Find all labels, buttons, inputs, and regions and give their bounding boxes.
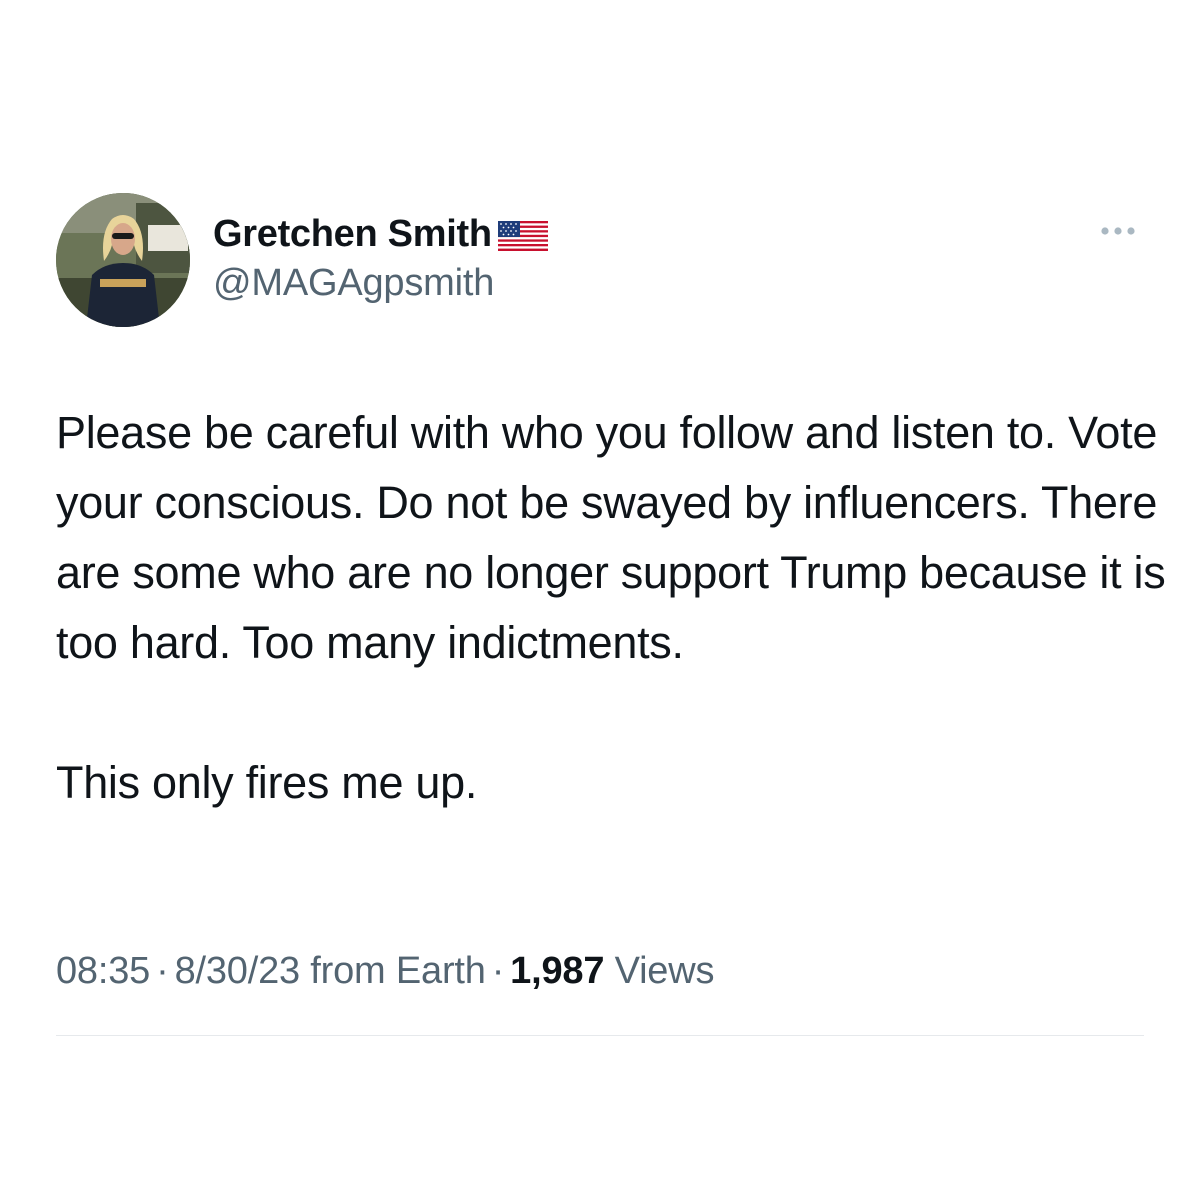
more-options-icon[interactable] — [1092, 216, 1144, 246]
author-handle[interactable]: @MAGAgpsmith — [213, 262, 494, 305]
views-label: Views — [614, 950, 715, 992]
divider — [56, 1035, 1144, 1036]
avatar[interactable] — [56, 193, 190, 327]
tweet-text: Please be careful with who you follow an… — [56, 398, 1166, 818]
tweet-paragraph: Please be careful with who you follow an… — [56, 407, 1166, 668]
tweet-date-source[interactable]: 8/30/23 from Earth — [175, 950, 486, 992]
tweet-meta: 08:35 · 8/30/23 from Earth · 1,987 Views — [56, 950, 714, 993]
meta-separator: · — [156, 950, 169, 992]
profile-photo-icon — [56, 193, 190, 327]
author-name-row: Gretchen Smith — [213, 210, 548, 258]
tweet-paragraph: This only fires me up. — [56, 757, 478, 808]
us-flag-icon — [497, 221, 548, 251]
meta-separator: · — [491, 950, 505, 992]
views-count: 1,987 — [510, 950, 605, 992]
tweet-card: Gretchen Smith @MAGAgpsmith Please be ca… — [0, 0, 1200, 1200]
author-display-name[interactable]: Gretchen Smith — [213, 213, 492, 256]
tweet-time[interactable]: 08:35 — [56, 950, 150, 992]
